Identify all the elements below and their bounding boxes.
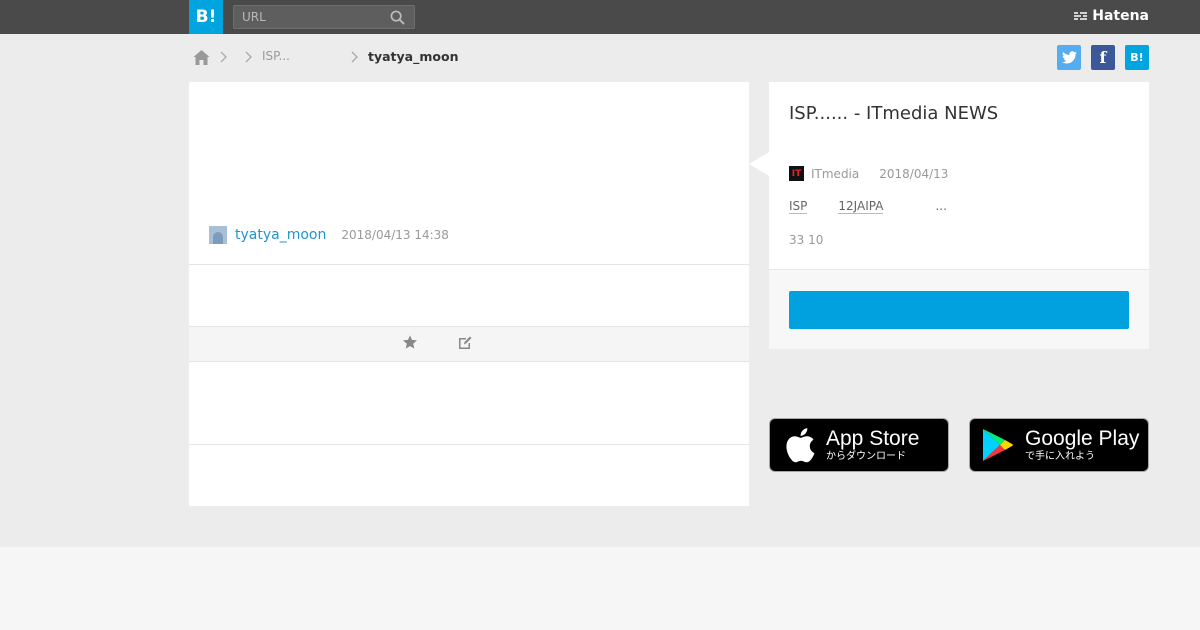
comment-user-row: tyatya_moon 2018/04/13 14:38 — [209, 225, 449, 245]
avatar[interactable] — [209, 226, 227, 244]
tag-link[interactable]: 12JAIPA — [838, 199, 884, 214]
add-star-button[interactable] — [401, 334, 419, 352]
share-hatena-bookmark-button[interactable]: B! — [1125, 45, 1149, 70]
apple-icon — [786, 428, 815, 463]
breadcrumb-entry-link[interactable]: ISP... — [262, 49, 290, 63]
entry-counts: 33 10 — [789, 233, 824, 247]
entry-site[interactable]: ITmedia — [811, 167, 859, 181]
app-store-badge[interactable]: App Store からダウンロード — [769, 418, 949, 472]
share-twitter-button[interactable] — [1057, 45, 1081, 70]
edit-icon[interactable] — [457, 335, 473, 351]
divider — [189, 264, 749, 265]
chevron-right-icon — [220, 51, 227, 63]
app-store-sub: からダウンロード — [826, 450, 906, 462]
tags-more[interactable]: ... — [935, 199, 946, 214]
chevron-right-icon — [245, 51, 252, 63]
comment-username[interactable]: tyatya_moon — [235, 227, 326, 243]
site-favicon-icon: IT — [789, 166, 804, 181]
hatena-bookmark-logo[interactable]: B! — [189, 0, 223, 34]
search-icon[interactable] — [390, 10, 405, 25]
breadcrumb-current: tyatya_moon — [368, 49, 459, 64]
comment-timestamp[interactable]: 2018/04/13 14:38 — [341, 228, 449, 242]
chevron-right-icon — [351, 51, 358, 63]
comment-action-bar — [189, 326, 749, 362]
google-play-badge[interactable]: Google Play で手に入れよう — [969, 418, 1149, 472]
breadcrumb: ISP... tyatya_moon — [193, 47, 458, 67]
google-play-icon — [983, 429, 1013, 461]
entry-title[interactable]: ISP...... - ITmedia NEWS — [789, 101, 1029, 126]
hatena-brand-text: Hatena — [1092, 8, 1149, 24]
top-bar: B! Hatena — [0, 0, 1200, 34]
app-store-title: App Store — [826, 426, 920, 450]
search-box — [233, 5, 415, 29]
hatena-brand-link[interactable]: Hatena — [1073, 8, 1149, 24]
share-facebook-button[interactable]: f — [1091, 45, 1115, 70]
google-play-title: Google Play — [1025, 426, 1140, 450]
entry-meta: IT ITmedia 2018/04/13 — [789, 166, 948, 181]
facebook-icon: f — [1099, 48, 1107, 67]
divider — [189, 444, 749, 445]
google-play-sub: で手に入れよう — [1025, 450, 1095, 462]
hatena-bookmark-icon: B! — [1130, 51, 1144, 64]
hatena-mark-icon — [1074, 12, 1088, 20]
star-icon — [403, 335, 417, 349]
entry-date: 2018/04/13 — [879, 166, 949, 181]
tag-link[interactable]: ISP — [789, 199, 808, 214]
card-footer — [769, 269, 1149, 349]
entry-card: ISP...... - ITmedia NEWS IT ITmedia 2018… — [769, 82, 1149, 349]
home-icon[interactable] — [193, 49, 210, 66]
search-input[interactable] — [234, 6, 384, 28]
entry-tags: ISP 12JAIPA ... — [789, 199, 947, 214]
bookmark-entry-button[interactable] — [789, 291, 1129, 329]
comment-panel: tyatya_moon 2018/04/13 14:38 — [189, 82, 749, 506]
twitter-icon — [1061, 51, 1077, 64]
page-footer — [0, 547, 1200, 630]
card-pointer — [749, 152, 769, 176]
